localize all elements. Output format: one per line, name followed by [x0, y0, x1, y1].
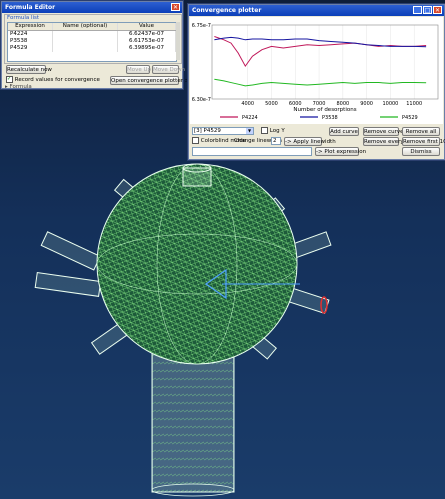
convergence-chart[interactable]: 4000 5000 6000 7000 8000 9000 10000 110006.75e-…	[190, 17, 443, 124]
move-down-button[interactable]: Move Down	[152, 65, 185, 74]
remove-first-100-button[interactable]: Remove first 100	[402, 137, 445, 146]
expression-cell[interactable]: P3538	[8, 38, 53, 45]
expression-cell[interactable]: P4529	[8, 45, 53, 52]
formula-expander-label: Formula	[9, 84, 32, 90]
close-icon[interactable]: ✕	[433, 6, 442, 14]
value-cell: 6.61753e-07	[117, 38, 176, 45]
table-row[interactable]: P4529 6.39895e-07	[8, 45, 176, 52]
name-cell[interactable]	[52, 38, 118, 45]
x-tick-label: 4000	[241, 101, 254, 107]
checkbox-unchecked-icon[interactable]	[261, 127, 268, 134]
x-tick-label: 9000	[360, 101, 373, 107]
column-header-expression[interactable]: Expression	[8, 23, 53, 31]
record-values-checkbox[interactable]: Record values for convergence	[6, 75, 100, 84]
formula-editor-title: Formula Editor	[5, 4, 56, 11]
move-up-button[interactable]: Move Up	[126, 65, 151, 74]
column-header-value[interactable]: Value	[117, 23, 176, 31]
x-tick-label: 5000	[265, 101, 278, 107]
value-cell: 6.39895e-07	[117, 45, 176, 52]
plot-area	[211, 24, 439, 100]
plot-expression-input-bar[interactable]	[192, 147, 312, 156]
x-tick-label: 11000	[406, 101, 422, 107]
expression-cell[interactable]: P4224	[8, 30, 53, 38]
convergence-plotter-title: Convergence plotter	[192, 7, 262, 14]
legend-label: P4224	[242, 115, 258, 121]
convergence-plotter-window: Convergence plotter _ □ ✕ 4000 5000 6000 70…	[188, 4, 445, 160]
formula-editor-titlebar[interactable]: Formula Editor ✕	[2, 2, 182, 13]
dismiss-button[interactable]: Dismiss	[402, 147, 440, 156]
formula-table[interactable]: Expression Name (optional) Value P4224 6…	[8, 23, 176, 52]
remove-every-4th-button[interactable]: Remove every 4th	[363, 137, 415, 146]
y-tick-label: 6.75e-7	[192, 23, 211, 29]
add-curve-button[interactable]: Add curve	[329, 127, 359, 136]
series-line-P4529	[214, 78, 427, 87]
record-values-label: Record values for convergence	[14, 77, 100, 83]
legend-label: P4529	[402, 115, 418, 121]
recalculate-button[interactable]: Recalculate now	[6, 65, 52, 74]
checkbox-checked-icon[interactable]	[6, 75, 13, 83]
formula-list-group: Formula list Expression Name (optional) …	[4, 14, 182, 64]
x-axis-label: Number of desorptions	[293, 107, 356, 113]
remove-all-button[interactable]: Remove all	[402, 127, 440, 136]
maximize-icon[interactable]: □	[423, 6, 432, 14]
linewidth-input[interactable]: 2	[271, 137, 281, 145]
open-convergence-plotter-button[interactable]: Open convergence plotter >>	[110, 76, 194, 85]
minimize-icon[interactable]: _	[413, 6, 422, 14]
value-cell: 6.62437e-07	[117, 30, 176, 38]
apply-linewidth-button[interactable]: -> Apply linewidth	[284, 137, 336, 146]
remove-curve-button[interactable]: Remove curve	[363, 127, 403, 136]
close-icon[interactable]: ✕	[171, 3, 180, 11]
name-cell[interactable]	[52, 30, 118, 38]
column-header-name[interactable]: Name (optional)	[52, 23, 118, 31]
convergence-plotter-titlebar[interactable]: Convergence plotter _ □ ✕	[189, 5, 444, 16]
plot-expression-button[interactable]: -> Plot expression	[315, 147, 366, 156]
collapse-icon[interactable]: ▸	[5, 84, 8, 90]
formula-editor-window: Formula Editor ✕ Formula list Expression…	[1, 1, 194, 91]
chart-grid	[247, 25, 415, 99]
checkbox-unchecked-icon[interactable]	[192, 137, 199, 144]
log-y-checkbox[interactable]: Log Y	[261, 127, 285, 135]
y-tick-label: 6.30e-7	[192, 97, 211, 103]
formula-list-label: Formula list	[7, 15, 40, 21]
table-scrollbar[interactable]	[176, 22, 180, 60]
table-row[interactable]: P3538 6.61753e-07	[8, 38, 176, 45]
curve-select[interactable]: [3] P4529 ▼	[192, 127, 254, 135]
curve-select-value: [3] P4529	[194, 128, 221, 134]
log-y-label: Log Y	[269, 128, 285, 134]
chevron-down-icon[interactable]: ▼	[246, 128, 253, 134]
formula-expander[interactable]: ▸ Formula	[5, 84, 32, 91]
name-cell[interactable]	[52, 45, 118, 52]
x-tick-label: 10000	[382, 101, 398, 107]
table-row[interactable]: P4224 6.62437e-07	[8, 30, 176, 38]
sphere-mesh	[96, 163, 298, 365]
legend-label: P3538	[322, 115, 338, 121]
